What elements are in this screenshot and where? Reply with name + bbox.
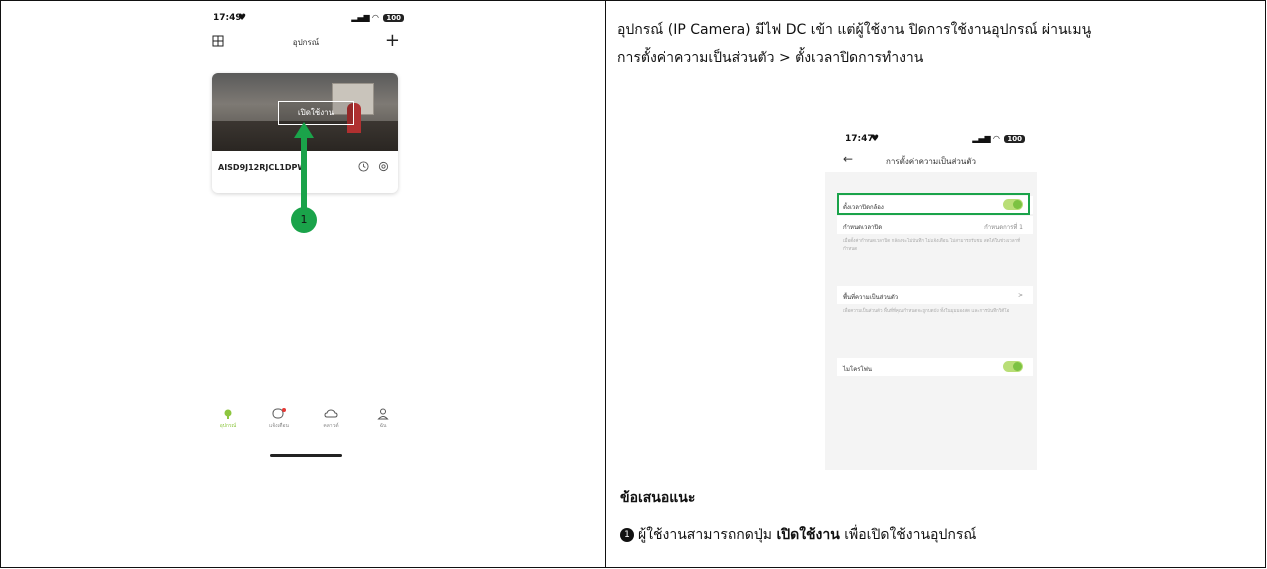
- tab-cloud[interactable]: คลาวด์: [311, 408, 351, 430]
- microphone-row[interactable]: ไมโครโฟน: [837, 358, 1033, 376]
- chevron-right-icon: >: [1017, 292, 1023, 299]
- recommendation-text-bold: เปิดใช้งาน: [776, 527, 840, 543]
- row-label: กำหนดเวลาปิด: [843, 224, 883, 231]
- toggle-knob: [1013, 362, 1022, 371]
- privacy-area-row[interactable]: พื้นที่ความเป็นส่วนตัว >: [837, 286, 1033, 304]
- description: อุปกรณ์ (IP Camera) มีไฟ DC เข้า แต่ผู้ใ…: [617, 16, 1247, 72]
- microphone-toggle[interactable]: [1003, 361, 1023, 372]
- message-icon: [272, 408, 286, 419]
- step-marker: 1: [291, 207, 317, 233]
- hint-text: เมื่อตั้งค่ากำหนดเวลาปิด กล้องจะไม่บันทึ…: [843, 239, 1021, 252]
- device-icon: [224, 409, 232, 419]
- battery-icon: 100: [383, 14, 404, 22]
- tab-message[interactable]: แจ้งเตือน: [259, 408, 299, 430]
- off-time-row[interactable]: กำหนดเวลาปิด กำหนดการที่ 1: [837, 216, 1033, 234]
- description-line-2: การตั้งค่าความเป็นส่วนตัว > ตั้งเวลาปิดก…: [617, 50, 924, 66]
- enable-button[interactable]: เปิดใช้งาน: [278, 101, 354, 125]
- arrow-line: [301, 136, 307, 214]
- bottom-tabbar: อุปกรณ์ แจ้งเตือน คลาวด์ ฉัน: [200, 408, 412, 448]
- heart-icon: ♥: [871, 134, 880, 144]
- battery-icon: 100: [1004, 135, 1025, 143]
- page-title: อุปกรณ์: [292, 38, 320, 47]
- highlight-box: [837, 193, 1030, 215]
- status-bar: 17:49 ♥ ▂▄▆ ◠ 100: [200, 10, 412, 30]
- signal-wifi-battery: ▂▄▆ ◠ 100: [351, 13, 404, 22]
- status-bar: 17:47 ♥ ▂▄▆ ◠ 100: [825, 130, 1037, 150]
- user-icon: [377, 408, 389, 420]
- row-value: กำหนดการที่ 1: [984, 224, 1023, 231]
- signal-wifi-battery: ▂▄▆ ◠ 100: [972, 134, 1025, 143]
- cloud-icon: [324, 409, 338, 418]
- tab-label: อุปกรณ์: [219, 423, 237, 429]
- home-indicator: [270, 454, 342, 457]
- recommendation-text-before: ผู้ใช้งานสามารถกดปุ่ม: [638, 527, 777, 543]
- tab-label: แจ้งเตือน: [269, 423, 289, 429]
- tab-label: ฉัน: [379, 423, 387, 429]
- document-table: [0, 0, 1266, 568]
- heart-icon: ♥: [238, 13, 247, 23]
- column-divider: [605, 0, 606, 568]
- add-device-icon[interactable]: +: [385, 30, 400, 51]
- row-label: พื้นที่ความเป็นส่วนตัว: [843, 294, 899, 301]
- tab-me[interactable]: ฉัน: [363, 408, 403, 430]
- tab-label: คลาวด์: [323, 423, 339, 429]
- tab-device[interactable]: อุปกรณ์: [208, 408, 248, 430]
- top-nav: ← การตั้งค่าความเป็นส่วนตัว: [825, 150, 1037, 172]
- left-phone-screenshot: 17:49 ♥ ▂▄▆ ◠ 100 อุปกรณ์ + เปิดใช้งาน A…: [200, 10, 412, 465]
- hint-text: เพื่อความเป็นส่วนตัว พื้นที่ที่คุณกำหนดจ…: [843, 309, 1010, 314]
- right-phone-screenshot: 17:47 ♥ ▂▄▆ ◠ 100 ← การตั้งค่าความเป็นส่…: [825, 130, 1037, 470]
- recommendation-text-after: เพื่อเปิดใช้งานอุปกรณ์: [839, 527, 977, 543]
- bullet-number: 1: [620, 528, 634, 542]
- row-label: ไมโครโฟน: [843, 366, 873, 373]
- recommendation-heading: ข้อเสนอแนะ: [620, 490, 696, 506]
- history-icon[interactable]: [358, 161, 369, 172]
- top-nav: อุปกรณ์ +: [200, 30, 412, 54]
- gear-icon[interactable]: [378, 161, 389, 172]
- description-line-1: อุปกรณ์ (IP Camera) มีไฟ DC เข้า แต่ผู้ใ…: [617, 22, 1092, 38]
- device-id: AISD9J12RJCL1DPW: [218, 163, 307, 172]
- page-title: การตั้งค่าความเป็นส่วนตัว: [886, 157, 976, 166]
- status-time: 17:47: [845, 134, 874, 144]
- recommendation-item: 1 ผู้ใช้งานสามารถกดปุ่ม เปิดใช้งาน เพื่อเ…: [620, 524, 976, 546]
